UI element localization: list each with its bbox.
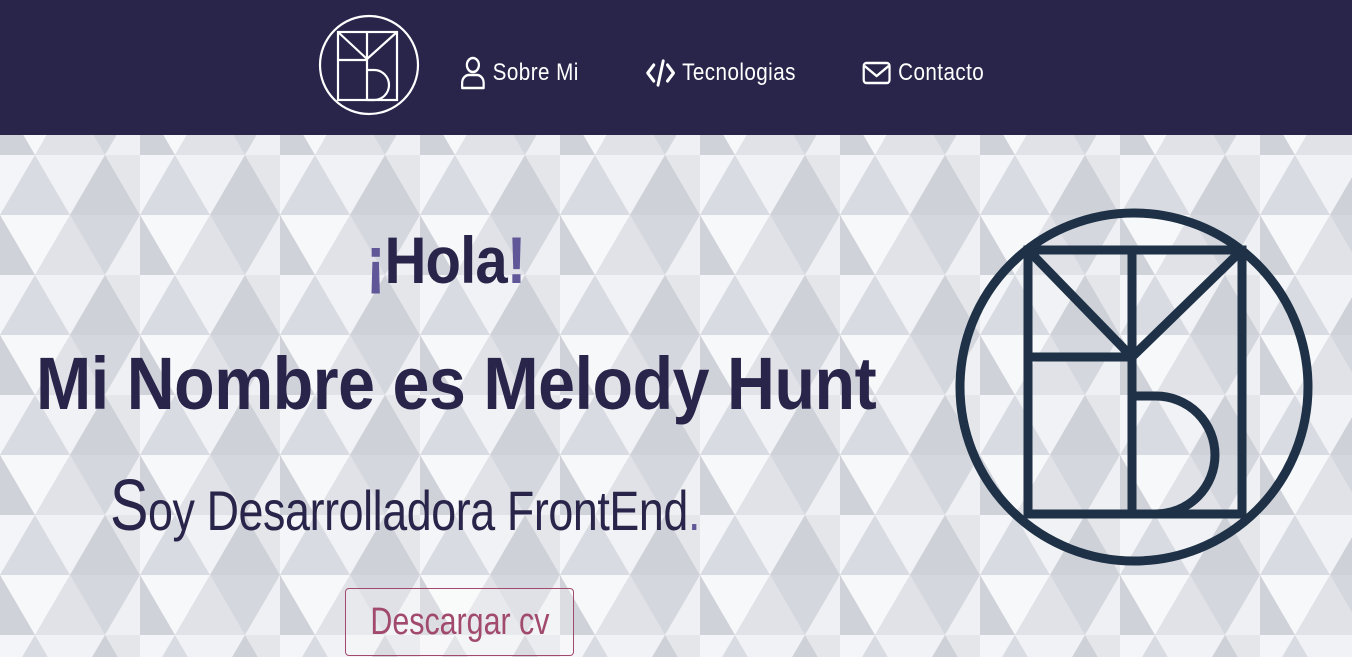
subtitle-text: oy Desarrolladora FrontEnd (148, 479, 688, 542)
monogram-logo-icon (955, 208, 1313, 566)
navbar: Sobre Mi Tecnologias Contacto (0, 0, 1352, 135)
greeting-close-mark: ! (506, 223, 526, 297)
greeting-word: Hola (384, 223, 507, 297)
hero-logo (952, 205, 1316, 569)
monogram-logo-icon (318, 14, 420, 116)
nav-logo[interactable] (318, 14, 420, 116)
subtitle: Soy Desarrolladora FrontEnd. (110, 470, 700, 542)
name-heading: Mi Nombre es Melody Hunt (36, 342, 877, 425)
subtitle-dot: . (687, 479, 700, 542)
envelope-icon (862, 59, 891, 87)
nav-link-sobre-mi[interactable]: Sobre Mi (460, 52, 579, 94)
hero-section: ¡Hola! Mi Nombre es Melody Hunt Soy Desa… (0, 135, 1352, 657)
code-icon (646, 59, 675, 87)
nav-link-label: Sobre Mi (492, 59, 579, 86)
subtitle-initial: S (110, 466, 149, 546)
nav-link-label: Contacto (898, 59, 985, 86)
nav-link-label: Tecnologias (682, 59, 796, 86)
greeting-heading: ¡Hola! (366, 227, 526, 293)
nav-link-tecnologias[interactable]: Tecnologias (646, 52, 796, 94)
download-cv-label: Descargar cv (369, 601, 550, 643)
download-cv-button[interactable]: Descargar cv (345, 588, 574, 656)
greeting-open-mark: ¡ (366, 223, 385, 297)
nav-link-contacto[interactable]: Contacto (862, 52, 984, 94)
user-icon (460, 56, 486, 90)
